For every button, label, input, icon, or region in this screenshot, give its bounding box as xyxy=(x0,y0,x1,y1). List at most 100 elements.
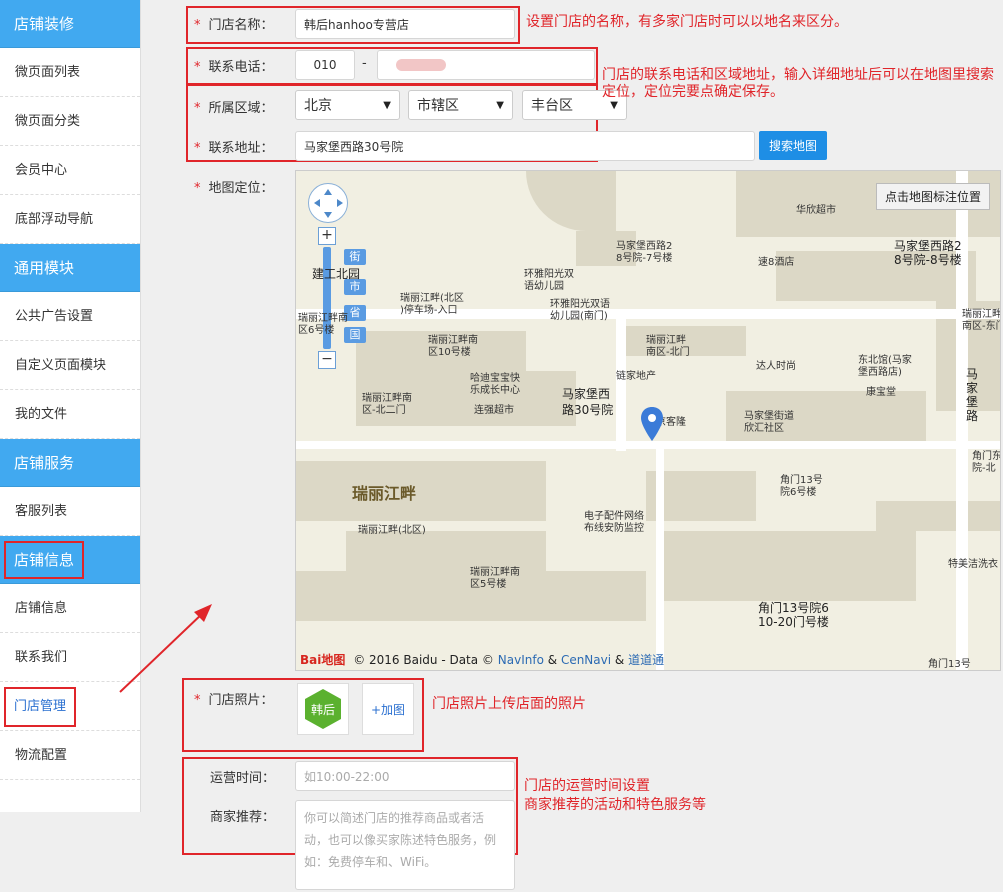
address-label: * 联系地址： xyxy=(194,137,274,156)
map-label: 环雅阳光双 xyxy=(524,269,574,280)
phone-number-redacted xyxy=(396,59,446,71)
hours-input[interactable]: 如10:00-22:00 xyxy=(295,761,515,791)
note-hours-line2: 商家推荐的活动和特色服务等 xyxy=(524,797,706,813)
map-label: 堡西路店) xyxy=(858,367,902,378)
phone-number-input[interactable] xyxy=(377,50,595,80)
recommend-label: 商家推荐： xyxy=(210,810,276,825)
map-location-pin-icon[interactable] xyxy=(641,407,663,441)
map-label: 8号院-8号楼 xyxy=(894,253,962,267)
address-label-text: 联系地址： xyxy=(208,141,274,156)
map-label: 角门13号院6 xyxy=(758,601,829,615)
sidebar-section-decoration[interactable]: 店铺装修 xyxy=(0,0,140,48)
sidebar-section-common-modules[interactable]: 通用模块 xyxy=(0,244,140,292)
map-road xyxy=(656,441,664,670)
navinfo-link[interactable]: NavInfo xyxy=(498,653,544,667)
daodao-link[interactable]: 道道通 xyxy=(628,653,664,667)
sidebar-item-member-center[interactable]: 会员中心 xyxy=(0,146,140,195)
phone-label-text: 联系电话： xyxy=(208,60,274,75)
map-copyright-amp-2: & xyxy=(614,653,625,667)
sidebar-item-public-ads[interactable]: 公共广告设置 xyxy=(0,292,140,341)
map-label: 马家堡西 xyxy=(562,387,611,401)
map-label: 区-北二门 xyxy=(362,405,406,416)
map-label: 区5号楼 xyxy=(470,579,507,590)
map-copyright-amp-1: & xyxy=(547,653,558,667)
map-label: 幼儿园(南门) xyxy=(550,311,608,322)
required-star: * xyxy=(194,141,201,156)
sidebar-item-bottom-nav[interactable]: 底部浮动导航 xyxy=(0,195,140,244)
map-label: 连强超市 xyxy=(474,405,514,416)
store-name-label-text: 门店名称： xyxy=(208,18,274,33)
map-label: 角门东 xyxy=(972,451,1001,462)
note-photo: 门店照片上传店面的照片 xyxy=(432,696,586,712)
map-pan-control[interactable] xyxy=(308,183,348,223)
add-photo-button[interactable]: +加图 xyxy=(362,683,414,735)
map-copyright-text: © 2016 Baidu - Data © xyxy=(353,653,494,667)
sidebar-item-custom-page-module[interactable]: 自定义页面模块 xyxy=(0,341,140,390)
zoom-level-country[interactable]: 国 xyxy=(344,327,366,343)
map-label: 瑞丽江畔 xyxy=(646,335,686,346)
sidebar-section-store-service[interactable]: 店铺服务 xyxy=(0,439,140,487)
map-label: 马家堡西路2 xyxy=(616,241,673,252)
sidebar-item-micro-page-list[interactable]: 微页面列表 xyxy=(0,48,140,97)
map-label: 马家堡街道 xyxy=(744,411,794,422)
photo-label: * 门店照片： xyxy=(194,689,274,708)
phone-separator: - xyxy=(362,56,367,71)
zoom-level-city[interactable]: 市 xyxy=(344,279,366,295)
sidebar-item-customer-service-list[interactable]: 客服列表 xyxy=(0,487,140,536)
page-root: 店铺装修 微页面列表 微页面分类 会员中心 底部浮动导航 通用模块 公共广告设置… xyxy=(0,0,1003,892)
map-canvas[interactable]: + − 街 市 省 国 点击地图标注位置 华欣超市 马家堡西路2 8号院-7号楼… xyxy=(295,170,1001,671)
sidebar-item-my-files[interactable]: 我的文件 xyxy=(0,390,140,439)
store-logo-text: 韩后 xyxy=(311,702,335,717)
map-block xyxy=(296,461,546,521)
region-label: * 所属区域： xyxy=(194,97,274,116)
district-value: 丰台区 xyxy=(531,98,573,114)
map-label: 瑞丽江畔(北区) xyxy=(358,525,426,536)
map-label: 马家堡路 xyxy=(966,367,979,423)
store-logo-icon: 韩后 xyxy=(305,689,341,729)
map-label: 马家堡西路2 xyxy=(894,239,962,253)
map-label: 电子配件网络 xyxy=(584,511,644,522)
recommend-textarea[interactable]: 你可以简述门店的推荐商品或者活动，也可以像买家陈述特色服务，例如：免费停车和、W… xyxy=(295,800,515,890)
sidebar-section-store-info[interactable]: 店铺信息 xyxy=(0,536,140,584)
map-label: 达人时尚 xyxy=(756,361,796,372)
map-label: 瑞丽江畔 xyxy=(352,484,417,503)
map-label: 瑞丽江畔南 xyxy=(470,567,520,578)
phone-area-input[interactable]: 010 xyxy=(295,50,355,80)
search-map-button[interactable]: 搜索地图 xyxy=(759,131,827,160)
map-zoom-control[interactable]: + − 街 市 省 国 xyxy=(318,227,366,369)
map-label: 建工北园 xyxy=(312,267,361,281)
province-select[interactable]: 北京 ▼ xyxy=(295,90,400,120)
chevron-down-icon: ▼ xyxy=(383,99,391,111)
note-contact: 门店的联系电话和区域地址，输入详细地址后可以在地图里搜索定位，定位完要点确定保存… xyxy=(602,67,994,100)
required-star: * xyxy=(194,60,201,75)
cennavi-link[interactable]: CenNavi xyxy=(561,653,611,667)
map-block xyxy=(526,171,616,231)
map-label: 康宝堂 xyxy=(866,387,896,398)
store-name-input[interactable]: 韩后hanhoo专营店 xyxy=(295,9,515,39)
map-label: 语幼儿园 xyxy=(524,281,564,292)
map-label: 华欣超市 xyxy=(796,205,836,216)
chevron-down-icon: ▼ xyxy=(496,99,504,111)
zoom-level-street[interactable]: 街 xyxy=(344,249,366,265)
address-input[interactable]: 马家堡西路30号院 xyxy=(295,131,755,161)
map-label: 速8酒店 xyxy=(758,257,795,268)
map-label: 院6号楼 xyxy=(780,487,817,498)
map-label: 环雅阳光双语 xyxy=(550,299,610,310)
map-mark-button[interactable]: 点击地图标注位置 xyxy=(875,183,990,210)
map-label: 10-20门号楼 xyxy=(758,615,829,629)
map-label: 区10号楼 xyxy=(428,347,471,358)
baidu-logo: Bai地图 xyxy=(300,653,346,667)
map-label: 院-北 xyxy=(972,463,996,474)
store-photo-thumbnail[interactable]: 韩后 xyxy=(297,683,349,735)
zoom-in-button[interactable]: + xyxy=(318,227,336,245)
note-name: 设置门店的名称，有多家门店时可以以地名来区分。 xyxy=(526,14,848,30)
map-label: 瑞丽江畔南 xyxy=(428,335,478,346)
required-star: * xyxy=(194,101,201,116)
map-road xyxy=(296,441,1000,449)
city-select[interactable]: 市辖区 ▼ xyxy=(408,90,513,120)
zoom-out-button[interactable]: − xyxy=(318,351,336,369)
photo-label-text: 门店照片： xyxy=(208,693,274,708)
sidebar-item-logistics[interactable]: 物流配置 xyxy=(0,731,140,780)
sidebar-item-micro-page-category[interactable]: 微页面分类 xyxy=(0,97,140,146)
note-hours-line1: 门店的运营时间设置 xyxy=(524,778,650,794)
